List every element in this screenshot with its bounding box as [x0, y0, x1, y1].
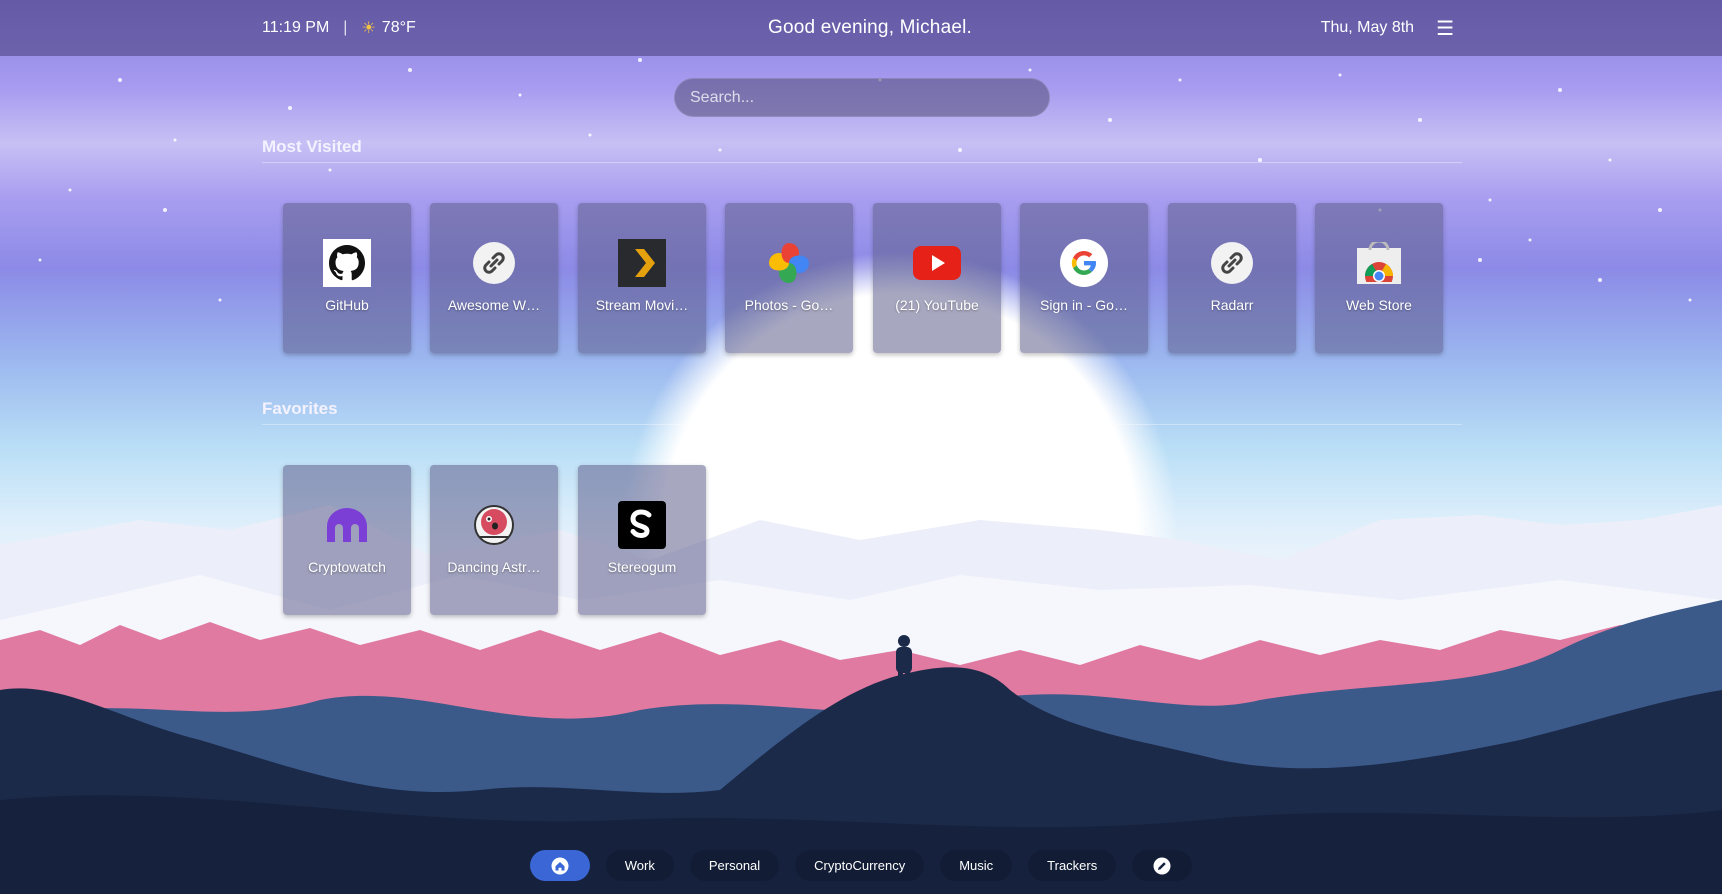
tile-stereogum[interactable]: Stereogum [578, 465, 706, 615]
section-divider [262, 162, 1462, 163]
edit-button[interactable] [1132, 850, 1193, 881]
section-title-favorites: Favorites [262, 399, 338, 418]
search-input[interactable] [674, 78, 1050, 117]
cryptowatch-icon [323, 501, 371, 549]
tile-label: (21) YouTube [895, 297, 979, 313]
google-photos-icon [765, 239, 813, 287]
nav-work[interactable]: Work [605, 850, 674, 881]
dancing-astronaut-icon [470, 501, 518, 549]
tile-label: Radarr [1210, 297, 1254, 313]
date: Thu, May 8th [1320, 19, 1415, 36]
tile-google-sign-in[interactable]: Sign in - Go… [1020, 203, 1148, 353]
wallpaper-background [0, 58, 1722, 894]
nav-music[interactable]: Music [940, 850, 1013, 881]
tile-label: Web Store [1346, 297, 1412, 313]
top-bar: 11:19 PM | ☀ 78°F Good evening, Michael.… [0, 0, 1722, 56]
tile-label: Stream Movi… [595, 297, 689, 313]
tile-github[interactable]: GitHub [283, 203, 411, 353]
home-icon [551, 857, 569, 874]
tile-label: Sign in - Go… [1040, 297, 1128, 313]
nav-personal[interactable]: Personal [689, 850, 780, 881]
section-divider [262, 424, 1462, 425]
tile-label: Photos - Go… [744, 297, 834, 313]
chrome-web-store-icon [1355, 239, 1403, 287]
tile-google-photos[interactable]: Photos - Go… [725, 203, 853, 353]
tile-radarr[interactable]: Radarr [1168, 203, 1296, 353]
tile-awesome[interactable]: Awesome W… [430, 203, 558, 353]
tile-stream-movies[interactable]: Stream Movi… [578, 203, 706, 353]
tile-cryptowatch[interactable]: Cryptowatch [283, 465, 411, 615]
hamburger-menu-icon[interactable]: ☰ [1436, 16, 1454, 41]
edit-icon [1153, 857, 1171, 874]
link-icon [1208, 239, 1256, 287]
tile-web-store[interactable]: Web Store [1315, 203, 1443, 353]
github-icon [323, 239, 371, 287]
tile-label: Dancing Astr… [447, 559, 541, 575]
nav-cryptocurrency[interactable]: CryptoCurrency [795, 850, 925, 881]
stereogum-icon [618, 501, 666, 549]
greeting: Good evening, Michael. [767, 17, 973, 38]
tile-label: Awesome W… [447, 297, 541, 313]
plex-icon [618, 239, 666, 287]
section-title-most-visited: Most Visited [262, 137, 362, 156]
tile-label: GitHub [325, 297, 369, 313]
tile-label: Cryptowatch [308, 559, 386, 575]
nav-trackers[interactable]: Trackers [1028, 850, 1117, 881]
tile-dancing-astronaut[interactable]: Dancing Astr… [430, 465, 558, 615]
bottom-category-nav: Work Personal CryptoCurrency Music Track… [0, 850, 1722, 881]
link-icon [470, 239, 518, 287]
tile-label: Stereogum [607, 559, 677, 575]
tile-youtube[interactable]: (21) YouTube [873, 203, 1001, 353]
home-button[interactable] [529, 850, 590, 881]
google-icon [1060, 239, 1108, 287]
youtube-icon [913, 239, 961, 287]
